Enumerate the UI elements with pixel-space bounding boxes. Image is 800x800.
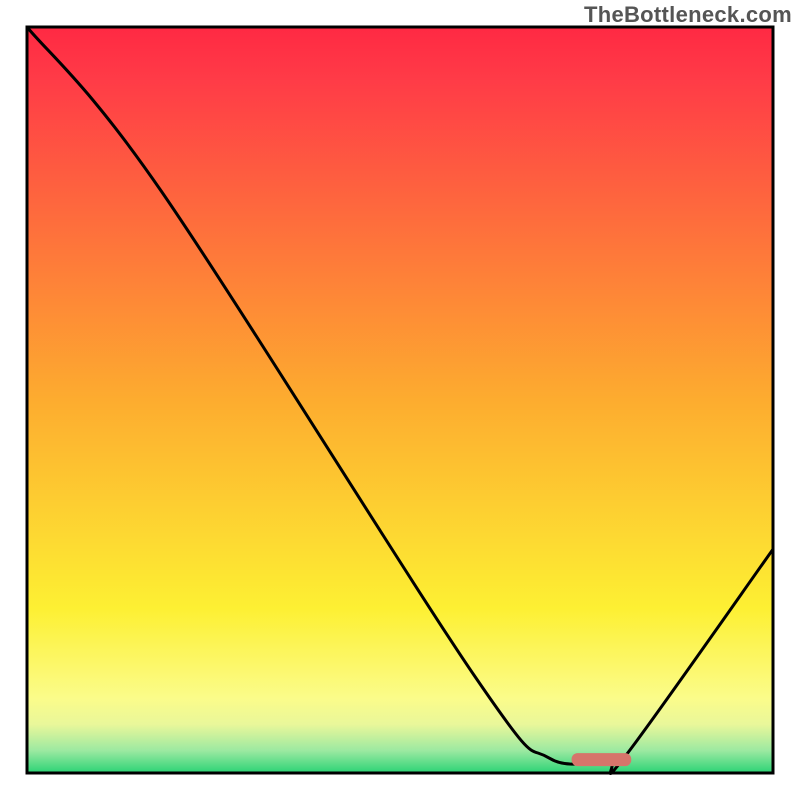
bottleneck-chart	[0, 0, 800, 800]
watermark-text: TheBottleneck.com	[584, 2, 792, 28]
chart-container: TheBottleneck.com	[0, 0, 800, 800]
plot-background	[27, 27, 773, 773]
optimal-zone-marker	[572, 753, 632, 766]
